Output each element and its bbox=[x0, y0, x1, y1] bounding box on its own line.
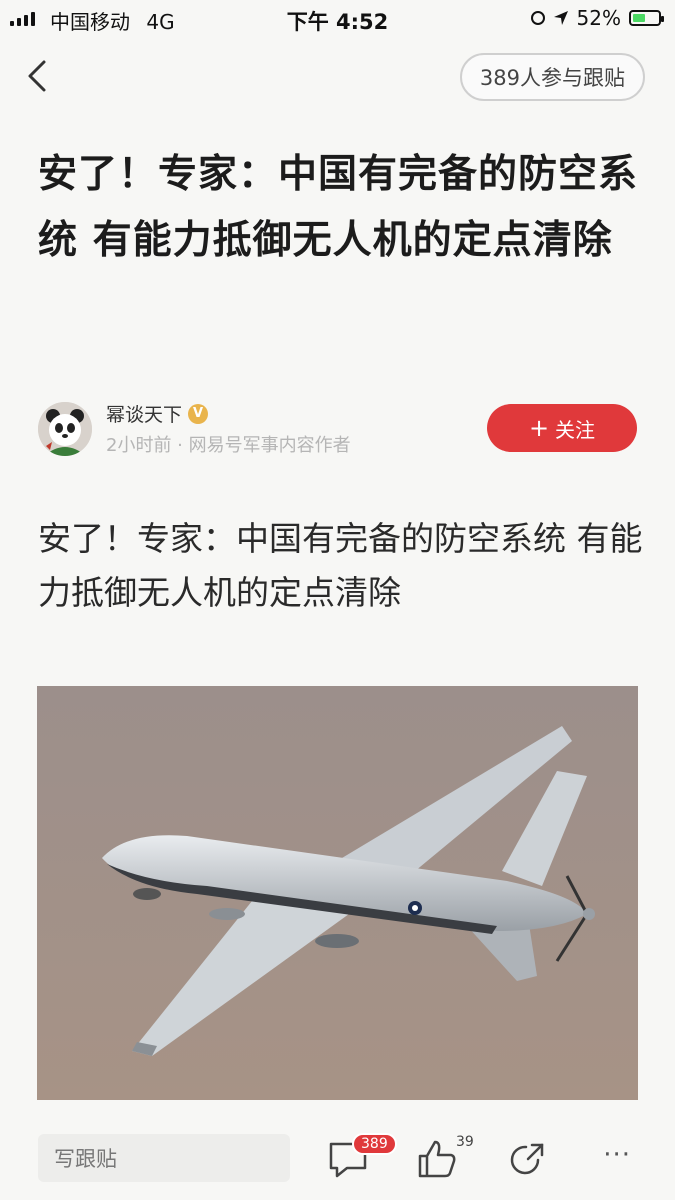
comments-pill-button[interactable]: 389人参与跟贴 bbox=[459, 53, 645, 101]
rotation-lock-icon bbox=[530, 11, 545, 25]
status-bar: 中国移动 4G 下午 4:52 52% bbox=[0, 0, 675, 40]
status-right: 52% bbox=[530, 6, 664, 30]
battery-icon bbox=[629, 10, 664, 26]
comments-pill-label: 389人参与跟贴 bbox=[479, 66, 625, 90]
share-icon[interactable] bbox=[504, 1136, 550, 1182]
back-icon[interactable] bbox=[22, 56, 54, 96]
compose-comment-input[interactable]: 写跟贴 bbox=[38, 1134, 290, 1182]
article-meta: 2小时前 · 网易号军事内容作者 bbox=[106, 435, 351, 456]
comment-count-badge: 389 bbox=[352, 1133, 397, 1155]
author-name-row[interactable]: 幂谈天下 V bbox=[106, 400, 209, 427]
panda-avatar-icon bbox=[38, 402, 92, 456]
article-body: 安了！专家：中国有完备的防空系统 有能力抵御无人机的定点清除 bbox=[38, 519, 643, 612]
bottom-toolbar: 写跟贴 389 39 ··· bbox=[0, 1128, 675, 1200]
compose-placeholder: 写跟贴 bbox=[54, 1147, 117, 1171]
article-title: 安了！专家：中国有完备的防空系统 有能力抵御无人机的定点清除 bbox=[38, 152, 639, 263]
location-icon bbox=[553, 11, 568, 25]
author-name: 幂谈天下 bbox=[106, 404, 183, 426]
like-icon[interactable] bbox=[414, 1136, 460, 1182]
drone-photo[interactable] bbox=[37, 686, 638, 1100]
battery-percent: 52% bbox=[576, 6, 621, 30]
follow-button[interactable]: + 关注 bbox=[487, 404, 637, 452]
more-options-button[interactable]: ··· bbox=[603, 1140, 631, 1170]
verified-badge-icon: V bbox=[188, 403, 209, 424]
follow-label: 关注 bbox=[555, 417, 596, 442]
drone-image bbox=[37, 686, 638, 1100]
plus-icon: + bbox=[528, 414, 550, 442]
author-avatar[interactable] bbox=[38, 402, 92, 456]
like-count: 39 bbox=[456, 1134, 474, 1150]
